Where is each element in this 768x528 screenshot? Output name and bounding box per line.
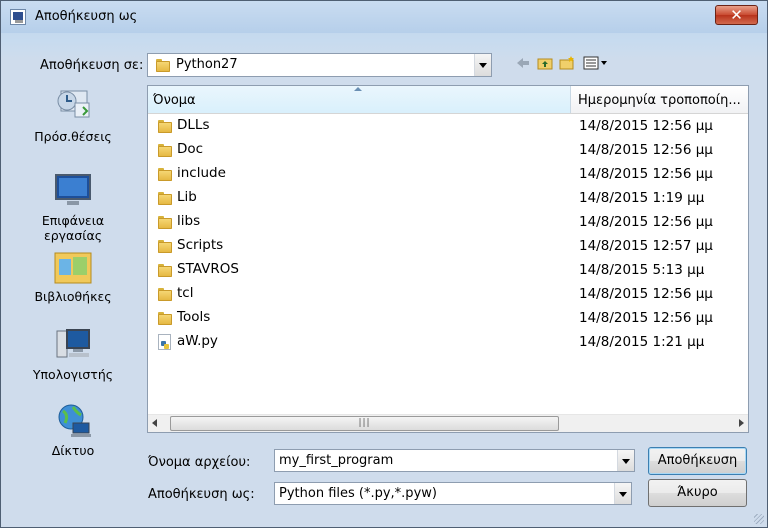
list-item[interactable]: libs 14/8/2015 12:56 μμ (148, 210, 748, 234)
column-name-label: Όνομα (153, 93, 196, 108)
desktop-icon (53, 173, 93, 209)
chevron-down-icon[interactable] (474, 54, 491, 76)
filetype-dropdown[interactable]: Python files (*.py,*.pyw) (274, 482, 632, 505)
save-in-dropdown[interactable]: Python27 (147, 53, 492, 77)
folder-icon (158, 311, 172, 325)
folder-icon (158, 191, 172, 205)
app-icon (10, 9, 26, 25)
file-date: 14/8/2015 12:56 μμ (579, 142, 713, 158)
file-name: Tools (177, 309, 211, 325)
title-bar[interactable]: Αποθήκευση ως ✕ (1, 1, 767, 33)
horizontal-scrollbar[interactable]: ||| (148, 414, 748, 432)
view-menu-icon[interactable] (583, 56, 611, 70)
list-item[interactable]: aW.py 14/8/2015 1:21 μμ (148, 330, 748, 354)
back-arrow-icon[interactable] (515, 56, 531, 70)
place-libraries-label: Βιβλιοθήκες (34, 289, 112, 304)
folder-icon (158, 143, 172, 157)
file-list[interactable]: Όνομα Ημερομηνία τροποποίη... DLLs 14/8/… (147, 85, 749, 433)
list-item[interactable]: tcl 14/8/2015 12:56 μμ (148, 282, 748, 306)
filename-input[interactable]: my_first_program (274, 449, 635, 472)
file-date: 14/8/2015 12:57 μμ (579, 238, 713, 254)
file-date: 14/8/2015 1:21 μμ (579, 334, 705, 350)
file-name: libs (177, 213, 201, 229)
scroll-left-icon[interactable] (152, 419, 157, 427)
list-item[interactable]: Tools 14/8/2015 12:56 μμ (148, 306, 748, 330)
filename-value: my_first_program (279, 453, 394, 468)
network-icon (53, 403, 93, 439)
list-item[interactable]: Doc 14/8/2015 12:56 μμ (148, 138, 748, 162)
list-item[interactable]: Lib 14/8/2015 1:19 μμ (148, 186, 748, 210)
close-button[interactable]: ✕ (715, 5, 758, 25)
place-recent[interactable]: Πρόσ.θέσεις (15, 89, 131, 144)
python-file-icon (158, 334, 171, 350)
file-name: Lib (177, 189, 197, 205)
file-name: include (177, 165, 226, 181)
place-computer-label: Υπολογιστής (32, 367, 114, 382)
libraries-icon (53, 249, 93, 285)
sort-ascending-icon (354, 87, 362, 91)
save-button[interactable]: Αποθήκευση (648, 447, 747, 475)
recent-places-icon (53, 89, 93, 125)
chevron-down-icon[interactable] (614, 483, 631, 504)
place-desktop-label: Επιφάνεια εργασίας (41, 213, 105, 243)
list-header: Όνομα Ημερομηνία τροποποίη... (148, 86, 748, 114)
folder-icon (156, 58, 170, 72)
place-network-label: Δίκτυο (51, 443, 95, 458)
folder-icon (158, 263, 172, 277)
folder-icon (158, 215, 172, 229)
filename-label: Όνομα αρχείου: (148, 455, 251, 470)
file-name: DLLs (177, 117, 210, 133)
scroll-right-icon[interactable] (739, 419, 744, 427)
folder-icon (158, 167, 172, 181)
file-name: aW.py (177, 333, 218, 349)
list-item[interactable]: include 14/8/2015 12:56 μμ (148, 162, 748, 186)
filetype-label: Αποθήκευση ως: (148, 487, 255, 502)
folder-icon (158, 239, 172, 253)
file-date: 14/8/2015 1:19 μμ (579, 190, 705, 206)
place-desktop[interactable]: Επιφάνεια εργασίας (15, 173, 131, 243)
file-date: 14/8/2015 12:56 μμ (579, 166, 713, 182)
chevron-down-icon[interactable] (617, 450, 634, 471)
computer-icon (53, 327, 93, 363)
file-date: 14/8/2015 12:56 μμ (579, 310, 713, 326)
folder-icon (158, 119, 172, 133)
file-name: Doc (177, 141, 204, 157)
folder-icon (158, 287, 172, 301)
filetype-value: Python files (*.py,*.pyw) (279, 486, 437, 501)
save-in-label: Αποθήκευση σε: (40, 58, 144, 73)
list-item[interactable]: DLLs 14/8/2015 12:56 μμ (148, 114, 748, 138)
places-bar: Πρόσ.θέσεις Επιφάνεια εργασίας Βιβλιοθήκ… (15, 81, 131, 471)
file-name: Scripts (177, 237, 224, 253)
column-header-name[interactable]: Όνομα (148, 86, 571, 113)
place-recent-label: Πρόσ.θέσεις (34, 129, 112, 144)
file-name: tcl (177, 285, 194, 301)
column-date-label: Ημερομηνία τροποποίη... (578, 93, 741, 108)
file-name: STAVROS (177, 261, 239, 277)
up-folder-icon[interactable] (537, 56, 553, 70)
file-date: 14/8/2015 12:56 μμ (579, 214, 713, 230)
dialog-title: Αποθήκευση ως (35, 9, 138, 24)
list-item[interactable]: STAVROS 14/8/2015 5:13 μμ (148, 258, 748, 282)
place-libraries[interactable]: Βιβλιοθήκες (15, 249, 131, 304)
file-date: 14/8/2015 5:13 μμ (579, 262, 705, 278)
resize-grip[interactable] (754, 514, 764, 524)
cancel-button[interactable]: Άκυρο (648, 479, 747, 507)
file-date: 14/8/2015 12:56 μμ (579, 118, 713, 134)
save-as-dialog: Αποθήκευση ως ✕ Αποθήκευση σε: Python27 … (0, 0, 768, 528)
save-in-value: Python27 (176, 57, 238, 72)
file-date: 14/8/2015 12:56 μμ (579, 286, 713, 302)
scrollbar-thumb[interactable]: ||| (170, 416, 559, 431)
list-item[interactable]: Scripts 14/8/2015 12:57 μμ (148, 234, 748, 258)
new-folder-icon[interactable] (559, 56, 575, 70)
place-computer[interactable]: Υπολογιστής (15, 327, 131, 382)
place-network[interactable]: Δίκτυο (15, 403, 131, 458)
